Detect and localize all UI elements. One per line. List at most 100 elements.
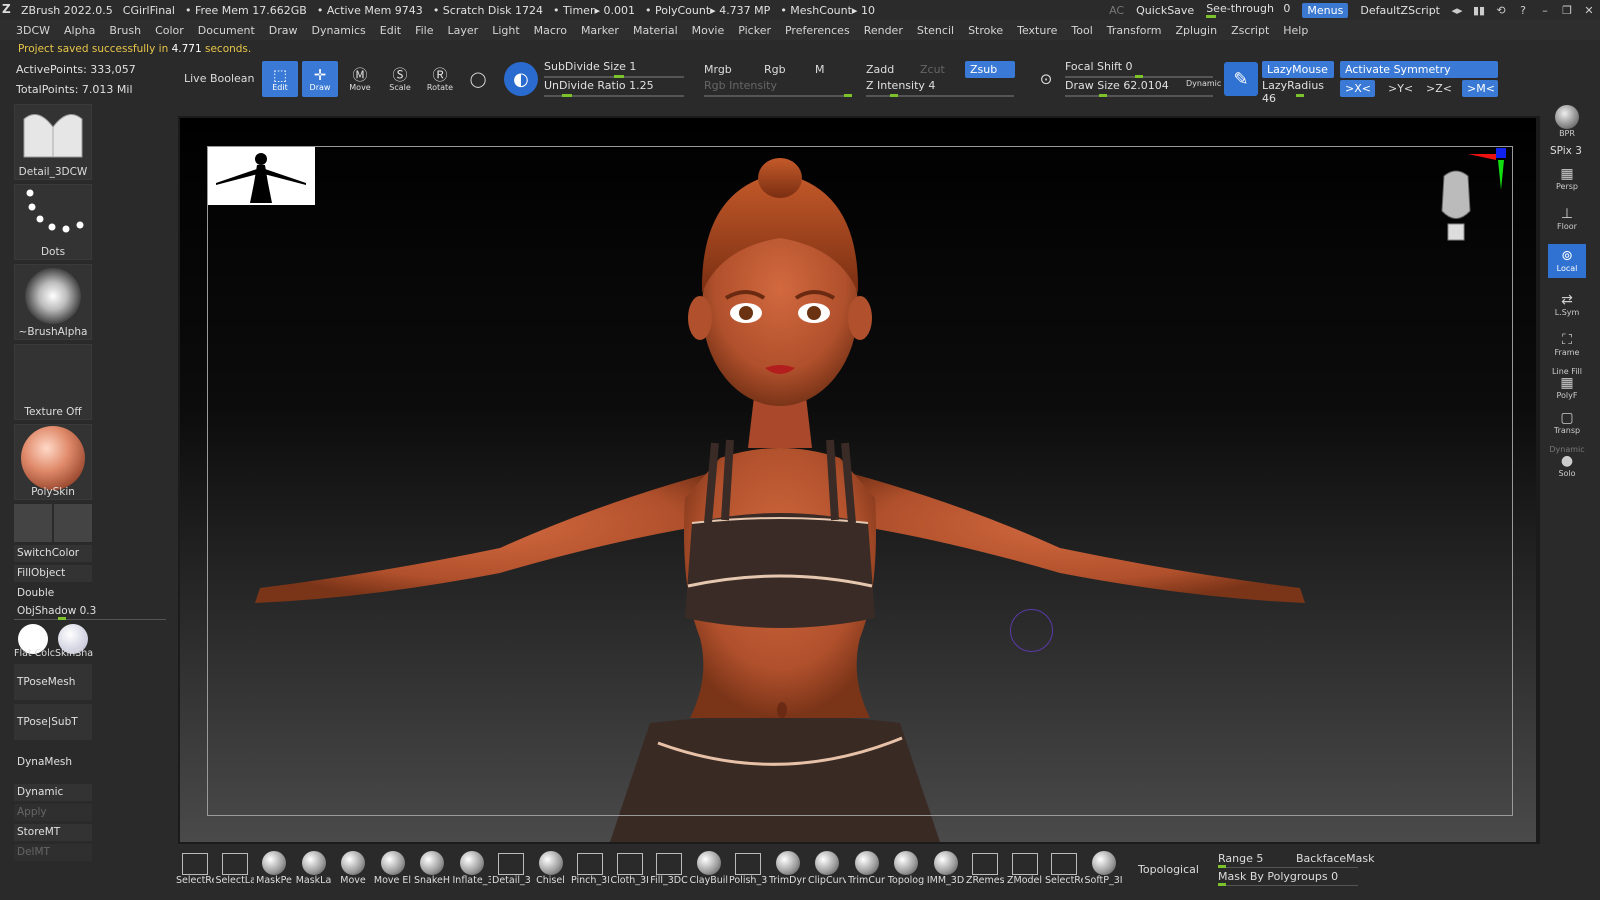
menu-help[interactable]: Help <box>1283 24 1308 37</box>
see-through-slider[interactable]: See-through 0 <box>1206 2 1290 18</box>
gizmo-button[interactable]: ◯ <box>460 61 496 97</box>
brush-slot[interactable]: SelectRe <box>176 850 214 888</box>
lazymouse-toggle[interactable]: LazyMouse <box>1262 61 1334 78</box>
brush-slot[interactable]: Inflate_3 <box>453 850 491 888</box>
solo-button[interactable]: Dynamic ● Solo <box>1548 444 1586 478</box>
menu-alpha[interactable]: Alpha <box>64 24 95 37</box>
menu-edit[interactable]: Edit <box>380 24 401 37</box>
brush-slot[interactable]: SelectLa <box>216 850 254 888</box>
subdivide-size-slider[interactable]: SubDivide Size 1 <box>544 60 684 78</box>
obj-shadow-slider[interactable]: ObjShadow 0.3 <box>14 603 166 620</box>
symmetry-z-button[interactable]: >Z< <box>1426 82 1452 95</box>
brush-slot[interactable]: ZRemes <box>966 850 1004 888</box>
brush-slot[interactable]: Chisel <box>532 850 570 888</box>
symmetry-x-button[interactable]: >X< <box>1340 80 1375 97</box>
dynamic-size-toggle[interactable]: Dynamic <box>1186 79 1221 88</box>
brush-slot[interactable]: Move El <box>374 850 412 888</box>
brush-slot[interactable]: SoftP_3I <box>1085 850 1123 888</box>
default-zscript-button[interactable]: DefaultZScript <box>1360 4 1440 17</box>
brush-slot[interactable]: Pinch_3I <box>571 850 609 888</box>
live-boolean-button[interactable]: Live Boolean <box>184 72 255 85</box>
brush-slot[interactable]: TrimCur <box>848 850 886 888</box>
brush-slot[interactable]: Move <box>334 850 372 888</box>
ac-button[interactable]: AC <box>1109 4 1124 17</box>
draw-button[interactable]: ✛ Draw <box>302 61 338 97</box>
rgb-intensity-slider[interactable]: Rgb Intensity <box>704 79 852 97</box>
switch-color-button[interactable]: SwitchColor <box>14 545 92 562</box>
scale-button[interactable]: Ⓢ Scale <box>382 61 418 97</box>
texture-thumb[interactable]: Texture Off <box>14 344 92 420</box>
brush-slot[interactable]: SelectRe <box>1045 850 1083 888</box>
quicksave-button[interactable]: QuickSave <box>1136 4 1194 17</box>
symmetry-m-button[interactable]: >M< <box>1462 80 1498 97</box>
menu-stencil[interactable]: Stencil <box>917 24 954 37</box>
undivide-ratio-slider[interactable]: UnDivide Ratio 1.25 <box>544 79 684 97</box>
menu-tool[interactable]: Tool <box>1071 24 1092 37</box>
menu-color[interactable]: Color <box>155 24 184 37</box>
material-thumb[interactable]: PolySkin <box>14 424 92 500</box>
undo-history-icon[interactable]: ⟲ <box>1490 4 1512 17</box>
menu-stroke[interactable]: Stroke <box>968 24 1003 37</box>
local-button[interactable]: ⊚ Local <box>1548 244 1586 278</box>
menu-macro[interactable]: Macro <box>534 24 567 37</box>
menu-draw[interactable]: Draw <box>269 24 298 37</box>
bpr-button[interactable]: BPR <box>1548 104 1586 138</box>
detail-3dcw-brush-thumb[interactable]: Detail_3DCW <box>14 104 92 180</box>
frame-button[interactable]: ⛶ Frame <box>1548 328 1586 362</box>
menu-layer[interactable]: Layer <box>448 24 479 37</box>
edit-button[interactable]: ⬚ Edit <box>262 61 298 97</box>
rgb-button[interactable]: Rgb <box>764 63 786 76</box>
secondary-color-swatch[interactable] <box>54 504 92 542</box>
primary-color-swatch[interactable] <box>14 504 52 542</box>
menu-transform[interactable]: Transform <box>1107 24 1162 37</box>
dynamesh-button[interactable]: DynaMesh <box>14 744 92 780</box>
m-button[interactable]: M <box>815 63 825 76</box>
lazymouse-button[interactable]: ✎ <box>1224 62 1258 96</box>
apply-button[interactable]: Apply <box>14 804 92 821</box>
help-icon[interactable]: ? <box>1512 4 1534 17</box>
mrgb-button[interactable]: Mrgb <box>704 63 732 76</box>
menu-zscript[interactable]: Zscript <box>1231 24 1269 37</box>
menu-render[interactable]: Render <box>864 24 903 37</box>
zcut-button[interactable]: Zcut <box>920 63 945 76</box>
lazy-radius-slider[interactable]: LazyRadius 46 <box>1262 79 1334 105</box>
double-button[interactable]: Double <box>14 585 92 602</box>
layout-bars-icon[interactable]: ▮▮ <box>1468 4 1490 17</box>
zadd-button[interactable]: Zadd <box>866 63 894 76</box>
menu-texture[interactable]: Texture <box>1017 24 1057 37</box>
menu-marker[interactable]: Marker <box>581 24 619 37</box>
brush-slot[interactable]: ClayBuil <box>690 850 728 888</box>
menu-material[interactable]: Material <box>633 24 678 37</box>
brush-alpha-thumb[interactable]: ~BrushAlpha <box>14 264 92 340</box>
brush-slot[interactable]: TrimDyr <box>769 850 807 888</box>
menu-brush[interactable]: Brush <box>109 24 141 37</box>
store-mt-button[interactable]: StoreMT <box>14 824 92 841</box>
persp-button[interactable]: ▦ Persp <box>1548 162 1586 196</box>
del-mt-button[interactable]: DelMT <box>14 844 92 861</box>
brush-slot[interactable]: Topolog <box>887 850 925 888</box>
z-intensity-slider[interactable]: Z Intensity 4 <box>866 79 1014 97</box>
menu-light[interactable]: Light <box>492 24 519 37</box>
sculptris-pro-button[interactable]: ◐ <box>504 62 538 96</box>
tpose-subt-button[interactable]: TPose|SubT <box>14 704 92 740</box>
brush-slot[interactable]: Fill_3DC <box>650 850 688 888</box>
topological-button[interactable]: Topological <box>1138 863 1199 876</box>
menu-document[interactable]: Document <box>198 24 255 37</box>
rotate-button[interactable]: Ⓡ Rotate <box>422 61 458 97</box>
brush-slot[interactable]: ClipCurv <box>808 850 846 888</box>
menus-toggle[interactable]: Menus <box>1302 2 1349 18</box>
spix-slider[interactable]: SPix 3 <box>1550 145 1582 157</box>
brush-slot[interactable]: Polish_3 <box>729 850 767 888</box>
brush-slot[interactable]: IMM_3D <box>927 850 965 888</box>
lsym-button[interactable]: ⇄ L.Sym <box>1548 288 1586 322</box>
brush-slot[interactable]: MaskPe <box>255 850 293 888</box>
activate-symmetry-button[interactable]: Activate Symmetry <box>1340 61 1498 78</box>
layout-arrows-icon[interactable]: ◂▸ <box>1446 4 1468 17</box>
menu-movie[interactable]: Movie <box>692 24 725 37</box>
backface-mask-button[interactable]: BackfaceMask <box>1296 852 1374 865</box>
spotlight-button[interactable]: ⊙ <box>1028 61 1064 97</box>
transp-button[interactable]: ▢ Transp <box>1548 406 1586 440</box>
brush-slot[interactable]: Detail_3 <box>492 850 530 888</box>
polyf-button[interactable]: Line Fill ▦ PolyF <box>1548 366 1586 400</box>
symmetry-y-button[interactable]: >Y< <box>1388 82 1413 95</box>
